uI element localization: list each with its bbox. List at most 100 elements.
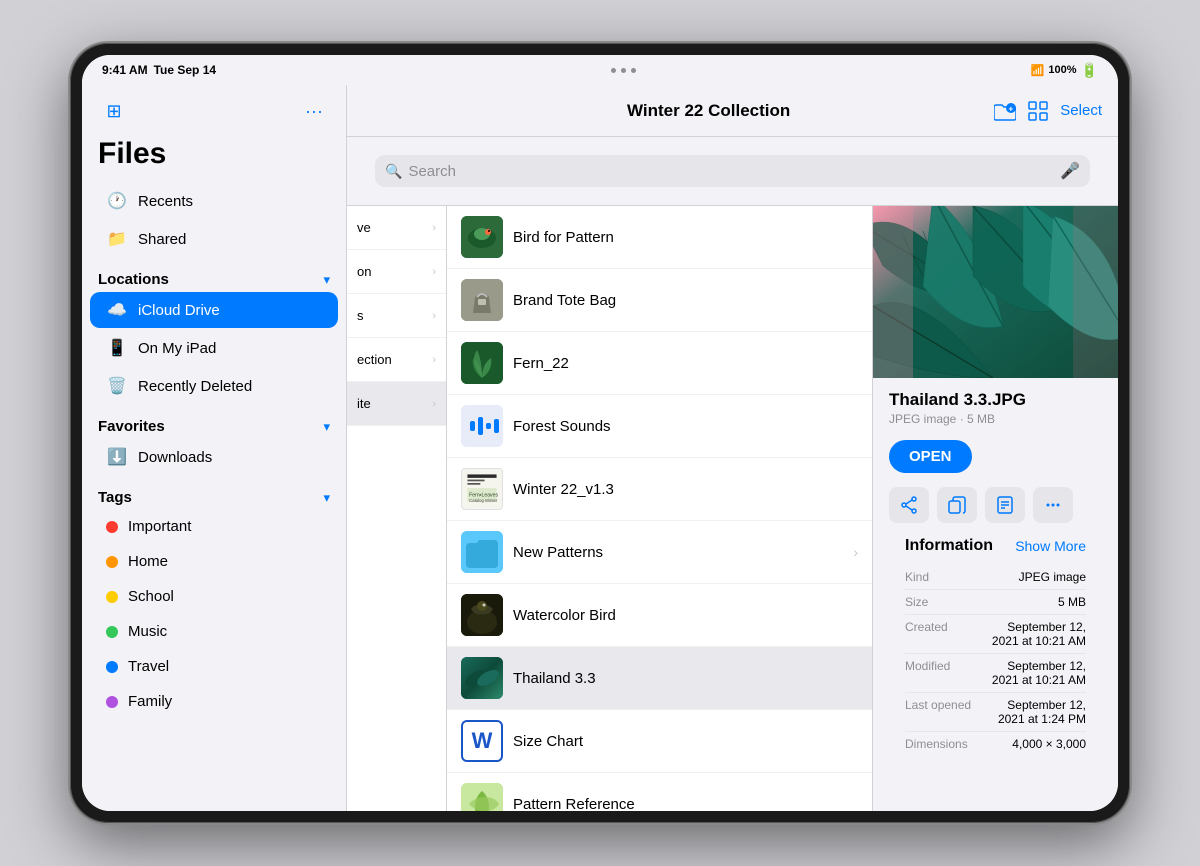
file-item-winter[interactable]: Fern▪Leaves Catalog Winter Winter 22_v1.… (447, 458, 872, 521)
file-item-new-patterns[interactable]: New Patterns › (447, 521, 872, 584)
file-name-bird: Bird for Pattern (513, 229, 614, 246)
downloads-icon: ⬇️ (106, 447, 128, 467)
sidebar-item-shared[interactable]: 📁 Shared (90, 221, 338, 257)
device-frame: 9:41 AM Tue Sep 14 📶 100% 🔋 ⊞ ··· (70, 43, 1130, 823)
grid-view-button[interactable] (1028, 101, 1048, 121)
shared-icon: 📁 (106, 229, 128, 249)
share-icon (900, 496, 918, 514)
file-item-bag[interactable]: Brand Tote Bag (447, 269, 872, 332)
show-more-button[interactable]: Show More (1015, 538, 1086, 554)
svg-text:Catalog Winter: Catalog Winter (469, 498, 498, 503)
new-patterns-thumbnail-icon (461, 531, 503, 573)
file-item-size-chart[interactable]: W Size Chart (447, 710, 872, 773)
info-header: Information Show More (905, 537, 1086, 555)
school-dot (106, 591, 118, 603)
info-row-modified: Modified September 12, 2021 at 10:21 AM (905, 654, 1086, 693)
file-item-watercolor-bird[interactable]: Watercolor Bird (447, 584, 872, 647)
downloads-label: Downloads (138, 449, 212, 466)
file-item-pattern-ref[interactable]: Pattern Reference (447, 773, 872, 811)
locations-chevron-icon: ▾ (323, 272, 330, 288)
share-button[interactable] (889, 487, 929, 523)
shared-label: Shared (138, 231, 186, 248)
sidebar-toggle-button[interactable]: ⊞ (98, 95, 130, 127)
file-name-bag: Brand Tote Bag (513, 292, 616, 309)
file-name-size-chart: Size Chart (513, 733, 583, 750)
info-row-size: Size 5 MB (905, 590, 1086, 615)
icloud-icon: ☁️ (106, 300, 128, 320)
left-folders-panel: ve › on › s › (347, 206, 447, 811)
sidebar-item-recents[interactable]: 🕐 Recents (90, 183, 338, 219)
recents-icon: 🕐 (106, 191, 128, 211)
tags-section-header[interactable]: Tags ▾ (82, 477, 346, 510)
sidebar-item-icloud[interactable]: ☁️ iCloud Drive (90, 292, 338, 328)
info-val-modified: September 12, 2021 at 10:21 AM (978, 659, 1086, 687)
file-item-bag-left: Brand Tote Bag (461, 279, 616, 321)
main-header-title: Winter 22 Collection (627, 101, 790, 121)
watercolor-thumbnail-icon (461, 594, 503, 636)
microphone-icon[interactable]: 🎤 (1060, 161, 1080, 181)
sidebar-item-home[interactable]: Home (90, 545, 338, 578)
file-thumb-size-chart: W (461, 720, 503, 762)
search-bar[interactable]: 🔍 Search 🎤 (375, 155, 1090, 187)
left-folder-item-ite[interactable]: ite › (347, 382, 446, 426)
file-info-button[interactable] (985, 487, 1025, 523)
search-placeholder: Search (408, 163, 1054, 180)
sidebar-item-family[interactable]: Family (90, 685, 338, 718)
date: Tue Sep 14 (154, 63, 216, 77)
left-folder-chevron-ection: › (432, 354, 436, 366)
music-dot (106, 626, 118, 638)
family-dot (106, 696, 118, 708)
folder-add-button[interactable]: + (994, 101, 1016, 121)
locations-label: Locations (98, 271, 169, 288)
sidebar-item-travel[interactable]: Travel (90, 650, 338, 683)
left-folder-item-s[interactable]: s › (347, 294, 446, 338)
left-folder-item-drive[interactable]: ve › (347, 206, 446, 250)
sidebar-title: Files (82, 133, 346, 183)
file-item-fern[interactable]: Fern_22 (447, 332, 872, 395)
bird-thumbnail-icon (461, 216, 503, 258)
files-scroll: Bird for Pattern (447, 206, 872, 811)
info-key-created: Created (905, 620, 970, 648)
locations-section-header[interactable]: Locations ▾ (82, 259, 346, 292)
favorites-chevron-icon: ▾ (323, 419, 330, 435)
favorites-section-header[interactable]: Favorites ▾ (82, 406, 346, 439)
open-button[interactable]: OPEN (889, 440, 972, 473)
more-button[interactable]: ··· (298, 95, 330, 127)
sidebar-item-school[interactable]: School (90, 580, 338, 613)
detail-filename: Thailand 3.3.JPG (889, 390, 1102, 410)
sidebar-item-recently-deleted[interactable]: 🗑️ Recently Deleted (90, 368, 338, 404)
left-folder-item-ection[interactable]: ection › (347, 338, 446, 382)
home-label: Home (128, 553, 168, 570)
select-label: Select (1060, 102, 1102, 119)
left-folder-chevron-s: › (432, 310, 436, 322)
left-folder-label-s: s (357, 308, 364, 323)
sounds-thumbnail-icon (461, 405, 503, 447)
left-folder-item-on[interactable]: on › (347, 250, 446, 294)
file-item-forest-sounds-left: Forest Sounds (461, 405, 611, 447)
file-item-watercolor-bird-left: Watercolor Bird (461, 594, 616, 636)
info-val-last-opened: September 12, 2021 at 1:24 PM (979, 698, 1086, 726)
panels-row: ve › on › s › (347, 206, 1118, 811)
copy-button[interactable] (937, 487, 977, 523)
top-dots (611, 68, 636, 73)
file-item-thailand[interactable]: Thailand 3.3 (447, 647, 872, 710)
sidebar-item-on-my-ipad[interactable]: 📱 On My iPad (90, 330, 338, 366)
info-key-last-opened: Last opened (905, 698, 971, 726)
info-section: Information Show More Kind JPEG image Si… (889, 537, 1102, 756)
sidebar-item-important[interactable]: Important (90, 510, 338, 543)
file-item-bird[interactable]: Bird for Pattern (447, 206, 872, 269)
wifi-icon: 📶 (1031, 64, 1045, 77)
sidebar-item-downloads[interactable]: ⬇️ Downloads (90, 439, 338, 475)
file-item-forest-sounds[interactable]: Forest Sounds (447, 395, 872, 458)
detail-more-button[interactable] (1033, 487, 1073, 523)
home-dot (106, 556, 118, 568)
detail-more-icon (1044, 496, 1062, 514)
detail-image-svg (873, 206, 1118, 378)
tags-chevron-icon: ▾ (323, 490, 330, 506)
info-key-dimensions: Dimensions (905, 737, 970, 751)
important-dot (106, 521, 118, 533)
select-button[interactable]: Select (1060, 102, 1102, 119)
sidebar-top-bar: ⊞ ··· (82, 85, 346, 133)
info-key-kind: Kind (905, 570, 970, 584)
sidebar-item-music[interactable]: Music (90, 615, 338, 648)
